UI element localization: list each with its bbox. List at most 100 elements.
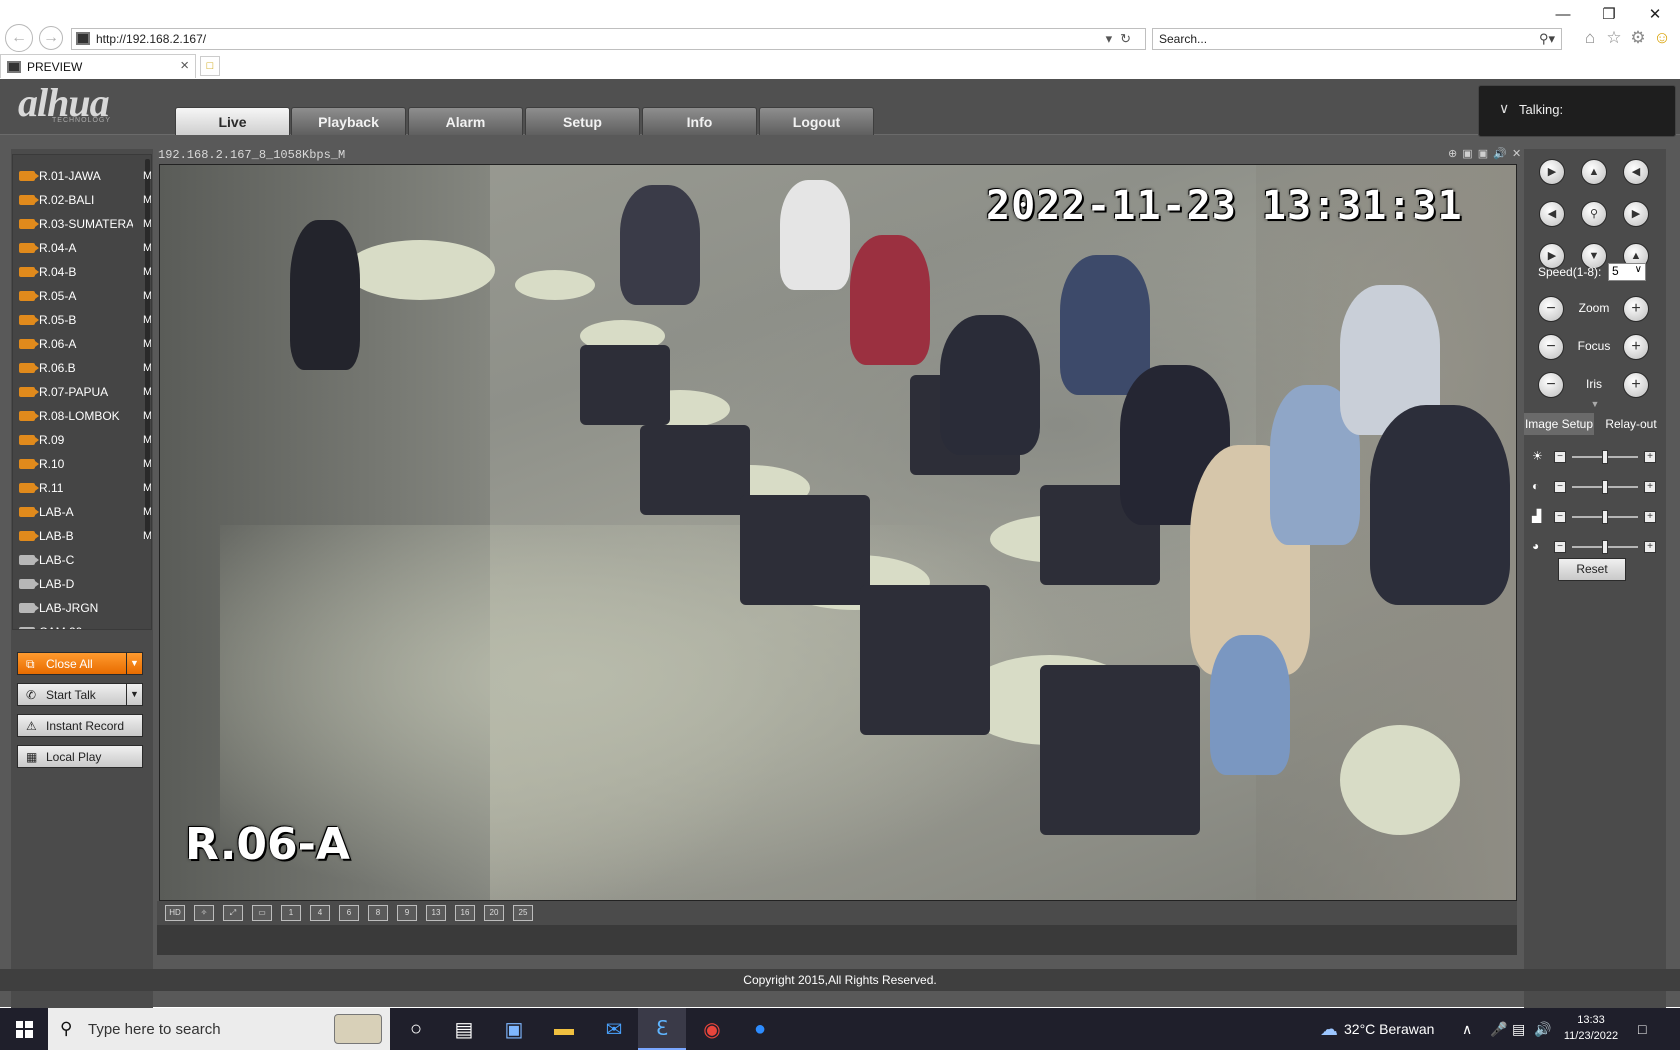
- tab-relay-out[interactable]: Relay-out: [1596, 413, 1666, 435]
- ptz-up-right-button[interactable]: ◀: [1623, 159, 1649, 185]
- layout-button[interactable]: 4: [310, 905, 330, 921]
- camera-list-item[interactable]: R.02-BALI M: [19, 189, 151, 211]
- minimize-button[interactable]: —: [1540, 2, 1586, 28]
- hue-decrease-button[interactable]: −: [1554, 541, 1566, 553]
- camera-list-item[interactable]: R.06-A M: [19, 333, 151, 355]
- tab-image-setup[interactable]: Image Setup: [1524, 413, 1594, 435]
- browser-tab-preview[interactable]: PREVIEW ×: [0, 54, 196, 78]
- camera-list-item[interactable]: R.05-A M: [19, 285, 151, 307]
- brightness-increase-button[interactable]: +: [1644, 451, 1656, 463]
- ptz-up-button[interactable]: ▲: [1581, 159, 1607, 185]
- tab-playback[interactable]: Playback: [291, 107, 406, 135]
- close-all-dropdown[interactable]: ▼: [126, 652, 143, 675]
- new-tab-button[interactable]: □: [200, 56, 220, 76]
- camera-list-item[interactable]: R.05-B M: [19, 309, 151, 331]
- iris-open-button[interactable]: +: [1623, 372, 1649, 398]
- snapshot-icon[interactable]: ▣: [1462, 148, 1473, 160]
- start-talk-dropdown[interactable]: ▼: [126, 683, 143, 706]
- layout-button[interactable]: 8: [368, 905, 388, 921]
- taskbar-search-input[interactable]: ⚲ Type here to search: [48, 1008, 390, 1050]
- chevron-up-icon[interactable]: ∧: [1462, 1008, 1472, 1050]
- brightness-decrease-button[interactable]: −: [1554, 451, 1566, 463]
- volume-icon[interactable]: 🔊: [1534, 1008, 1551, 1050]
- star-icon[interactable]: ☆: [1604, 28, 1624, 48]
- layout-button[interactable]: 16: [455, 905, 475, 921]
- camera-list-item[interactable]: LAB-C: [19, 549, 143, 571]
- network-icon[interactable]: ▤: [1512, 1008, 1525, 1050]
- local-play-button[interactable]: ▦ Local Play: [17, 745, 143, 768]
- ptz-up-left-button[interactable]: ▶: [1539, 159, 1565, 185]
- layout-button[interactable]: 6: [339, 905, 359, 921]
- ptz-left-button[interactable]: ◀: [1539, 201, 1565, 227]
- camera-list-item[interactable]: R.08-LOMBOK M: [19, 405, 151, 427]
- start-button[interactable]: [0, 1008, 48, 1050]
- ptz-auto-button[interactable]: ⚲: [1581, 201, 1607, 227]
- camera-list-item[interactable]: R.04-B M: [19, 261, 151, 283]
- tab-info[interactable]: Info: [642, 107, 757, 135]
- focus-in-button[interactable]: +: [1623, 334, 1649, 360]
- system-clock[interactable]: 13:33 11/23/2022: [1556, 1012, 1626, 1044]
- chrome-icon[interactable]: ◉: [688, 1008, 736, 1050]
- live-video[interactable]: 2022-11-23 13:31:31 R.06-A: [159, 164, 1517, 901]
- camera-list-item[interactable]: R.06.B M: [19, 357, 151, 379]
- layout-button[interactable]: ✧: [194, 905, 214, 921]
- tab-close-icon[interactable]: ×: [180, 57, 189, 74]
- hue-slider-handle[interactable]: [1602, 540, 1608, 554]
- notification-icon[interactable]: □: [1638, 1008, 1646, 1050]
- layout-button[interactable]: 20: [484, 905, 504, 921]
- address-bar[interactable]: http://192.168.2.167/ ▾↻: [71, 28, 1146, 50]
- start-talk-button[interactable]: ✆ Start Talk: [17, 683, 143, 706]
- zoom-icon[interactable]: ⊕: [1448, 148, 1458, 160]
- speed-select[interactable]: 5 ∨: [1608, 263, 1646, 281]
- search-icon[interactable]: ⚲▾: [1539, 31, 1555, 47]
- gear-icon[interactable]: ⚙: [1628, 28, 1648, 48]
- camera-list-item[interactable]: CAM 20: [19, 621, 143, 629]
- collapse-arrow-icon[interactable]: ▼: [1524, 400, 1666, 409]
- camera-list-item[interactable]: R.01-JAWA M: [19, 165, 151, 187]
- layout-button[interactable]: 13: [426, 905, 446, 921]
- camera-list-item[interactable]: R.10 M: [19, 453, 151, 475]
- tab-live[interactable]: Live: [175, 107, 290, 135]
- cortana-icon[interactable]: ○: [392, 1008, 440, 1050]
- tab-alarm[interactable]: Alarm: [408, 107, 523, 135]
- layout-button[interactable]: 25: [513, 905, 533, 921]
- forward-button[interactable]: →: [39, 26, 63, 50]
- camera-list-item[interactable]: LAB-D: [19, 573, 143, 595]
- close-window-button[interactable]: ✕: [1632, 2, 1678, 28]
- layout-button[interactable]: ▭: [252, 905, 272, 921]
- layout-button[interactable]: 9: [397, 905, 417, 921]
- refresh-icon[interactable]: ▾↻: [1106, 31, 1139, 47]
- zoom-app-icon[interactable]: ●: [736, 1008, 784, 1050]
- layout-button[interactable]: ⤢: [223, 905, 243, 921]
- reset-button[interactable]: Reset: [1558, 558, 1626, 581]
- hue-increase-button[interactable]: +: [1644, 541, 1656, 553]
- zoom-in-button[interactable]: +: [1623, 296, 1649, 322]
- camera-list-item[interactable]: LAB-A M: [19, 501, 151, 523]
- store-icon[interactable]: ▣: [490, 1008, 538, 1050]
- brightness-slider-handle[interactable]: [1602, 450, 1608, 464]
- saturation-decrease-button[interactable]: −: [1554, 511, 1566, 523]
- talking-panel[interactable]: ∨ Talking:: [1478, 85, 1676, 137]
- restore-button[interactable]: ❐: [1586, 2, 1632, 28]
- tab-logout[interactable]: Logout: [759, 107, 874, 135]
- internet-explorer-icon[interactable]: ℇ: [638, 1008, 686, 1050]
- saturation-slider-handle[interactable]: [1602, 510, 1608, 524]
- camera-list-item[interactable]: LAB-JRGN: [19, 597, 143, 619]
- file-explorer-icon[interactable]: ▬: [540, 1008, 588, 1050]
- audio-icon[interactable]: 🔊: [1493, 148, 1508, 160]
- contrast-slider-handle[interactable]: [1602, 480, 1608, 494]
- mail-icon[interactable]: ✉: [590, 1008, 638, 1050]
- record-icon[interactable]: ▣: [1478, 148, 1489, 160]
- contrast-increase-button[interactable]: +: [1644, 481, 1656, 493]
- layout-button[interactable]: HD: [165, 905, 185, 921]
- camera-list-item[interactable]: R.03-SUMATERA M: [19, 213, 151, 235]
- iris-close-button[interactable]: −: [1538, 372, 1564, 398]
- layout-button[interactable]: 1: [281, 905, 301, 921]
- camera-list-item[interactable]: R.09 M: [19, 429, 151, 451]
- close-all-button[interactable]: ⧉ Close All: [17, 652, 143, 675]
- chevron-down-icon[interactable]: ∨: [1499, 100, 1509, 117]
- camera-list-item[interactable]: R.07-PAPUA M: [19, 381, 151, 403]
- ptz-right-button[interactable]: ▶: [1623, 201, 1649, 227]
- camera-list-item[interactable]: LAB-B M: [19, 525, 151, 547]
- camera-list-item[interactable]: R.04-A M: [19, 237, 151, 259]
